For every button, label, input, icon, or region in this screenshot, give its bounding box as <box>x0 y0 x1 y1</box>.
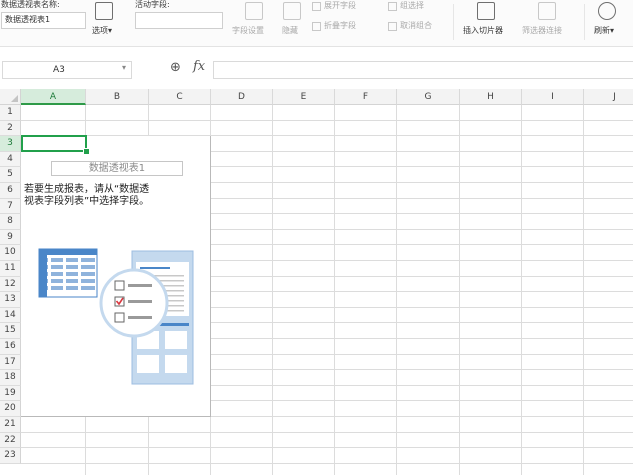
name-box-value: A3 <box>53 65 65 75</box>
expand-field-button[interactable]: 展开字段 <box>324 1 356 11</box>
filter-connections-button[interactable]: 筛选器连接 <box>522 26 562 36</box>
active-field-label: 活动字段: <box>135 0 170 9</box>
row-header-15[interactable]: 15 <box>0 323 21 339</box>
pivot-instruction-line-1: 若要生成报表，请从“数据透 <box>24 184 150 195</box>
grid-line <box>21 447 633 449</box>
row-header-7[interactable]: 7 <box>0 198 21 215</box>
refresh-button[interactable]: 刷新▾ <box>594 26 614 36</box>
grid-line <box>334 105 335 475</box>
select-all-corner[interactable] <box>0 89 21 105</box>
grid-line <box>396 105 397 475</box>
column-header-e[interactable]: E <box>273 89 335 105</box>
column-header-h[interactable]: H <box>460 89 522 105</box>
grid-line <box>21 119 633 121</box>
grid-line <box>21 431 633 433</box>
expand-field-icon[interactable] <box>312 2 321 11</box>
row-header-13[interactable]: 13 <box>0 292 21 308</box>
ungroup-button[interactable]: 取消组合 <box>400 21 432 31</box>
grid-line <box>521 105 522 475</box>
row-header-6[interactable]: 6 <box>0 183 21 199</box>
ribbon-separator <box>584 4 585 40</box>
options-button[interactable]: 选项▾ <box>92 26 112 36</box>
row-header-14[interactable]: 14 <box>0 307 21 324</box>
field-settings-icon[interactable] <box>245 2 263 20</box>
grid-line <box>459 105 460 475</box>
row-header-19[interactable]: 19 <box>0 385 21 402</box>
fx-icon[interactable]: fx <box>193 59 205 74</box>
column-header-b[interactable]: B <box>86 89 149 105</box>
filter-connections-icon[interactable] <box>538 2 556 20</box>
row-header-21[interactable]: 21 <box>0 417 21 433</box>
field-settings-button[interactable]: 字段设置 <box>232 26 264 36</box>
pivot-name-input[interactable]: 数据透视表1 <box>1 12 86 29</box>
pivot-area-border <box>21 416 211 417</box>
table-grid-icon <box>38 248 98 298</box>
pivot-area-border <box>210 136 211 417</box>
refresh-icon[interactable] <box>598 2 616 20</box>
row-header-4[interactable]: 4 <box>0 151 21 168</box>
column-header-g[interactable]: G <box>397 89 460 105</box>
row-header-1[interactable]: 1 <box>0 105 21 121</box>
insert-slicer-icon[interactable] <box>477 2 495 20</box>
group-selection-icon[interactable] <box>388 2 397 11</box>
field-list-illustration <box>38 248 194 385</box>
row-header-8[interactable]: 8 <box>0 214 21 230</box>
row-header-23[interactable]: 23 <box>0 448 21 464</box>
options-icon[interactable] <box>95 2 113 20</box>
formula-bar: A3 ▾ ⊕ fx <box>0 58 633 83</box>
pivot-title: 数据透视表1 <box>51 161 183 176</box>
formula-input[interactable] <box>213 61 633 79</box>
hide-icon[interactable] <box>283 2 301 20</box>
grid-line <box>272 105 273 475</box>
pivot-ribbon: 数据透视表名称: 数据透视表1 选项▾ 活动字段: 字段设置 隐藏 展开字段 折… <box>0 0 633 47</box>
ribbon-separator <box>453 4 454 40</box>
row-header-9[interactable]: 9 <box>0 229 21 246</box>
row-header-10[interactable]: 10 <box>0 245 21 261</box>
row-header-22[interactable]: 22 <box>0 432 21 449</box>
insert-slicer-button[interactable]: 插入切片器 <box>463 26 503 36</box>
hide-button[interactable]: 隐藏 <box>282 26 298 36</box>
row-header-12[interactable]: 12 <box>0 276 21 293</box>
row-header-11[interactable]: 11 <box>0 261 21 277</box>
row-header-16[interactable]: 16 <box>0 339 21 355</box>
checkbox-magnifier-icon <box>99 268 169 338</box>
spreadsheet-grid: A B C D E F G H I J 1 2 3 4 5 6 7 8 9 10 11 12 13 14 15 16 17 18 19 2… <box>0 89 633 475</box>
grid-line <box>583 105 584 475</box>
zoom-icon[interactable]: ⊕ <box>170 60 181 75</box>
row-header-18[interactable]: 18 <box>0 370 21 386</box>
column-header-c[interactable]: C <box>149 89 211 105</box>
column-header-j[interactable]: J <box>584 89 633 105</box>
ungroup-icon[interactable] <box>388 22 397 31</box>
group-selection-button[interactable]: 组选择 <box>400 1 424 11</box>
collapse-field-icon[interactable] <box>312 22 321 31</box>
row-header-2[interactable]: 2 <box>0 120 21 137</box>
column-header-d[interactable]: D <box>211 89 273 105</box>
column-header-a[interactable]: A <box>21 89 86 105</box>
row-header-5[interactable]: 5 <box>0 167 21 183</box>
selected-cell[interactable] <box>21 135 87 152</box>
column-header-f[interactable]: F <box>335 89 397 105</box>
fill-handle[interactable] <box>83 147 90 155</box>
row-header-17[interactable]: 17 <box>0 354 21 371</box>
collapse-field-button[interactable]: 折叠字段 <box>324 21 356 31</box>
active-field-input[interactable] <box>135 12 223 29</box>
row-header-3[interactable]: 3 <box>0 136 21 152</box>
pivot-name-label: 数据透视表名称: <box>1 0 60 9</box>
row-header-20[interactable]: 20 <box>0 401 21 417</box>
grid-line <box>21 462 633 464</box>
chevron-down-icon[interactable]: ▾ <box>122 63 126 72</box>
column-header-i[interactable]: I <box>522 89 584 105</box>
name-box[interactable]: A3 ▾ <box>2 61 132 79</box>
pivot-instruction-line-2: 视表字段列表”中选择字段。 <box>24 196 150 207</box>
